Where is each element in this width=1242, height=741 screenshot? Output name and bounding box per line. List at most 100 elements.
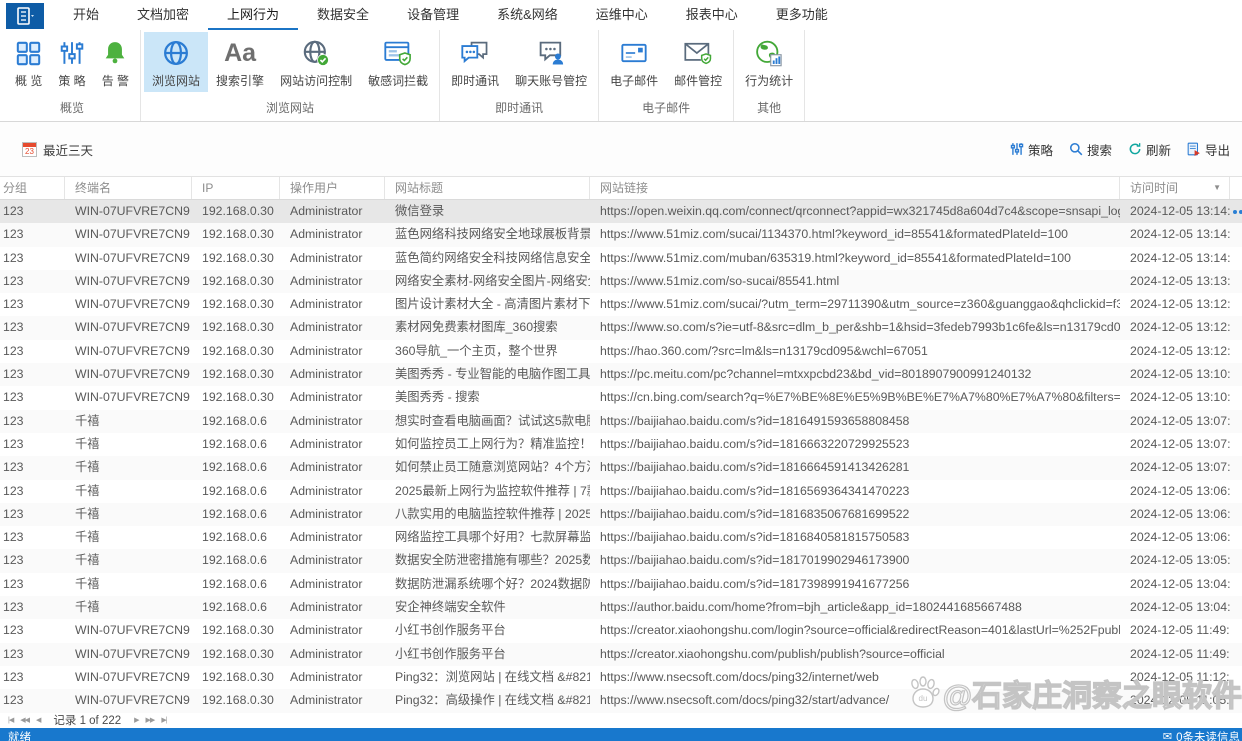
col-header-group[interactable]: 分组 — [0, 177, 65, 199]
cell-user: Administrator — [280, 549, 385, 572]
refresh-action-button[interactable]: 刷新 — [1128, 140, 1171, 159]
table-row[interactable]: 123 WIN-07UFVRE7CN9 192.168.0.30 Adminis… — [0, 689, 1242, 712]
cell-time: 2024-12-05 13:07:06 — [1120, 456, 1230, 479]
col-header-time[interactable]: 访问时间 ▼ — [1120, 177, 1230, 199]
table-row[interactable]: 123 千禧 192.168.0.6 Administrator 如何禁止员工随… — [0, 456, 1242, 479]
cell-group: 123 — [0, 340, 65, 363]
prev-page-button[interactable]: ◀ — [36, 717, 40, 724]
unread-messages[interactable]: ✉ 0条未读信息 — [1163, 729, 1240, 741]
selected-row-indicator-dots — [1233, 210, 1237, 214]
col-header-user[interactable]: 操作用户 — [280, 177, 385, 199]
sensitive-word-block-button[interactable]: 敏感词拦截 — [360, 32, 436, 92]
cell-title: 如何禁止员工随意浏览网站？4个方法一... — [385, 456, 590, 479]
tab-doc-encryption[interactable]: 文档加密 — [118, 0, 208, 30]
cell-title: 网络安全素材-网络安全图片-网络安全素... — [385, 270, 590, 293]
table-row[interactable]: 123 WIN-07UFVRE7CN9 192.168.0.30 Adminis… — [0, 666, 1242, 689]
tab-system-network[interactable]: 系统&网络 — [478, 0, 577, 30]
table-row[interactable]: 123 WIN-07UFVRE7CN9 192.168.0.30 Adminis… — [0, 247, 1242, 270]
cell-group: 123 — [0, 410, 65, 433]
table-row[interactable]: 123 WIN-07UFVRE7CN9 192.168.0.30 Adminis… — [0, 643, 1242, 666]
alert-button[interactable]: 告 警 — [94, 32, 137, 92]
first-page-button[interactable]: |◀ — [8, 717, 13, 724]
export-action-button[interactable]: 导出 — [1187, 140, 1230, 159]
cell-terminal: WIN-07UFVRE7CN9 — [65, 223, 192, 246]
cell-user: Administrator — [280, 526, 385, 549]
bell-icon — [102, 35, 128, 71]
instant-message-button[interactable]: 即时通讯 — [443, 32, 507, 92]
tab-internet-behavior[interactable]: 上网行为 — [208, 0, 298, 30]
last-page-button[interactable]: ▶| — [161, 717, 166, 724]
cell-title: 八款实用的电脑监控软件推荐 | 2025必备... — [385, 503, 590, 526]
date-range-filter[interactable]: 23 最近三天 — [22, 140, 93, 159]
col-header-terminal[interactable]: 终端名 — [65, 177, 192, 199]
cell-ip: 192.168.0.6 — [192, 573, 280, 596]
tab-more-features[interactable]: 更多功能 — [757, 0, 847, 30]
cell-user: Administrator — [280, 689, 385, 712]
cell-group: 123 — [0, 619, 65, 642]
cell-spacer — [1230, 293, 1242, 316]
table-row[interactable]: 123 WIN-07UFVRE7CN9 192.168.0.30 Adminis… — [0, 293, 1242, 316]
website-access-control-button[interactable]: 网站访问控制 — [272, 32, 360, 92]
search-action-label: 搜索 — [1087, 140, 1112, 159]
cell-user: Administrator — [280, 480, 385, 503]
table-row[interactable]: 123 WIN-07UFVRE7CN9 192.168.0.30 Adminis… — [0, 200, 1242, 223]
cell-terminal: 千禧 — [65, 526, 192, 549]
search-action-button[interactable]: 搜索 — [1069, 140, 1112, 159]
cell-url: https://creator.xiaohongshu.com/login?so… — [590, 619, 1120, 642]
tab-ops-center[interactable]: 运维中心 — [577, 0, 667, 30]
cell-url: https://baijiahao.baidu.com/s?id=1817019… — [590, 549, 1120, 572]
table-row[interactable]: 123 千禧 192.168.0.6 Administrator 数据防泄漏系统… — [0, 573, 1242, 596]
browse-website-button[interactable]: 浏览网站 — [144, 32, 208, 92]
ribbon-group-im: 即时通讯 聊天账号管控 即时通讯 — [440, 30, 599, 121]
table-row[interactable]: 123 千禧 192.168.0.6 Administrator 数据安全防泄密… — [0, 549, 1242, 572]
behavior-stats-button[interactable]: 行为统计 — [737, 32, 801, 92]
search-engine-button[interactable]: Aa 搜索引擎 — [208, 32, 272, 92]
next-page-button[interactable]: ▶ — [134, 717, 138, 724]
tab-data-security[interactable]: 数据安全 — [298, 0, 388, 30]
table-row[interactable]: 123 千禧 192.168.0.6 Administrator 如何监控员工上… — [0, 433, 1242, 456]
col-header-url[interactable]: 网站链接 — [590, 177, 1120, 199]
cell-group: 123 — [0, 200, 65, 223]
cell-user: Administrator — [280, 596, 385, 619]
mail-control-button[interactable]: 邮件管控 — [666, 32, 730, 92]
policy-button[interactable]: 策 略 — [50, 32, 93, 92]
cell-group: 123 — [0, 316, 65, 339]
app-menu-button[interactable] — [6, 3, 44, 29]
cell-time: 2024-12-05 13:14:01 — [1120, 247, 1230, 270]
cell-terminal: WIN-07UFVRE7CN9 — [65, 340, 192, 363]
time-filter-dropdown-icon[interactable]: ▼ — [1213, 177, 1221, 199]
cell-terminal: 千禧 — [65, 456, 192, 479]
table-row[interactable]: 123 WIN-07UFVRE7CN9 192.168.0.30 Adminis… — [0, 386, 1242, 409]
table-row[interactable]: 123 千禧 192.168.0.6 Administrator 八款实用的电脑… — [0, 503, 1242, 526]
cell-spacer — [1230, 433, 1242, 456]
table-row[interactable]: 123 千禧 192.168.0.6 Administrator 2025最新上… — [0, 480, 1242, 503]
tab-device-management[interactable]: 设备管理 — [388, 0, 478, 30]
table-row[interactable]: 123 WIN-07UFVRE7CN9 192.168.0.30 Adminis… — [0, 619, 1242, 642]
overview-button[interactable]: 概 览 — [7, 32, 50, 92]
table-row[interactable]: 123 千禧 192.168.0.6 Administrator 安企神终端安全… — [0, 596, 1242, 619]
cell-user: Administrator — [280, 247, 385, 270]
table-row[interactable]: 123 WIN-07UFVRE7CN9 192.168.0.30 Adminis… — [0, 223, 1242, 246]
tab-start[interactable]: 开始 — [54, 0, 118, 30]
ribbon-group-label: 即时通讯 — [443, 95, 595, 121]
table-row[interactable]: 123 千禧 192.168.0.6 Administrator 网络监控工具哪… — [0, 526, 1242, 549]
instant-message-label: 即时通讯 — [451, 72, 499, 89]
table-row[interactable]: 123 千禧 192.168.0.6 Administrator 想实时查看电脑… — [0, 410, 1242, 433]
cell-time: 2024-12-05 13:14:22 — [1120, 200, 1230, 223]
cell-group: 123 — [0, 480, 65, 503]
col-header-ip[interactable]: IP — [192, 177, 280, 199]
tab-report-center[interactable]: 报表中心 — [667, 0, 757, 30]
table-row[interactable]: 123 WIN-07UFVRE7CN9 192.168.0.30 Adminis… — [0, 270, 1242, 293]
cell-ip: 192.168.0.30 — [192, 666, 280, 689]
table-row[interactable]: 123 WIN-07UFVRE7CN9 192.168.0.30 Adminis… — [0, 363, 1242, 386]
fast-next-button[interactable]: ▶▶ — [146, 717, 155, 724]
policy-action-button[interactable]: 策略 — [1010, 140, 1053, 159]
cell-terminal: WIN-07UFVRE7CN9 — [65, 200, 192, 223]
cell-group: 123 — [0, 456, 65, 479]
col-header-title[interactable]: 网站标题 — [385, 177, 590, 199]
email-button[interactable]: 电子邮件 — [602, 32, 666, 92]
chat-account-control-button[interactable]: 聊天账号管控 — [507, 32, 595, 92]
table-row[interactable]: 123 WIN-07UFVRE7CN9 192.168.0.30 Adminis… — [0, 316, 1242, 339]
table-row[interactable]: 123 WIN-07UFVRE7CN9 192.168.0.30 Adminis… — [0, 340, 1242, 363]
fast-prev-button[interactable]: ◀◀ — [20, 717, 29, 724]
